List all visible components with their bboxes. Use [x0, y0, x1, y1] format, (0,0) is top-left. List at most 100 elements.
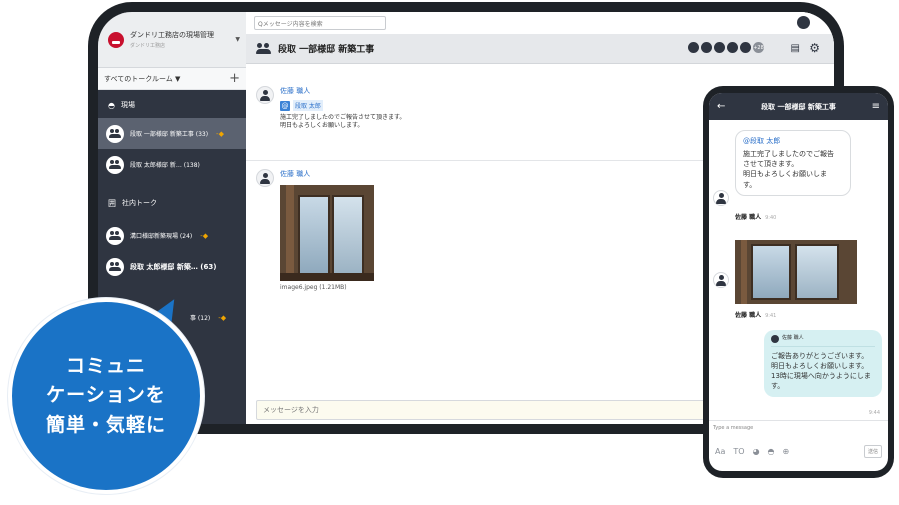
phone-header: ← 段取 一部様邸 新築工事 ≡: [709, 93, 888, 120]
sender-name[interactable]: 佐藤 職人: [280, 86, 405, 96]
phone-input-area[interactable]: Type a message Aa TO ◕ ◓ ⊕ 送信: [709, 420, 888, 471]
callout-line: 簡単・気軽に: [45, 413, 166, 436]
message-line: 施工完了しましたのでご報告させて頂きます。: [280, 114, 406, 121]
member-avatar-icon[interactable]: [701, 42, 712, 53]
message-input[interactable]: メッセージを入力: [256, 400, 726, 420]
sender-name: 佐藤 職人 9:40: [735, 212, 776, 221]
message-line: す。: [771, 382, 785, 391]
sender-name[interactable]: 佐藤 職人: [280, 169, 374, 179]
message-line: 明日もよろしくお願いしま: [743, 170, 827, 179]
search-input[interactable]: Qメッセージ内容を検索: [254, 16, 386, 30]
photo-post: [286, 185, 294, 281]
at-icon: @: [280, 100, 290, 111]
user-avatar-icon: [771, 335, 779, 343]
callout-line: ケーションを: [46, 384, 166, 407]
building-icon: 囲: [108, 198, 116, 208]
member-avatar-icon[interactable]: [740, 42, 751, 53]
brand-title: ダンドリ工務店の現場管理: [130, 31, 214, 39]
message-time: 9:44: [868, 410, 880, 416]
brand-switcher[interactable]: ダンドリ工務店の現場管理 ダンドリ工務店 ▼: [98, 12, 246, 68]
phone-chat: @段取 太郎 施工完了しましたのでご報告 させて頂きます。 明日もよろしくお願い…: [709, 120, 888, 420]
phone-frame: ← 段取 一部様邸 新築工事 ≡ @段取 太郎 施工完了しましたのでご報告 させ…: [703, 86, 894, 478]
attachment-caption[interactable]: image6.jpeg (1.21MB): [280, 284, 374, 291]
room-label: 段取 一部様邸 新築工事 (33): [130, 131, 209, 138]
member-avatar-icon[interactable]: [727, 42, 738, 53]
photo-post: [741, 240, 747, 304]
reply-quote[interactable]: 佐藤 職人: [771, 335, 875, 347]
group-genba[interactable]: ◓ 現場: [98, 92, 246, 118]
callout-line: コミュニ: [65, 354, 146, 377]
message-bubble: @段取 太郎 施工完了しましたのでご報告 させて頂きます。 明日もよろしくお願い…: [735, 130, 851, 196]
attachment-image[interactable]: [735, 240, 857, 304]
message-line: 明日もよろしくお願いします。: [280, 122, 364, 130]
group-avatar-icon: [106, 124, 124, 143]
room-label: 溝口様邸新築現場 (24): [130, 233, 193, 240]
pin-icon: -◆: [216, 129, 224, 138]
mention-name[interactable]: @段取 太郎: [743, 136, 843, 146]
group-internal[interactable]: 囲 社内トーク: [98, 190, 246, 216]
phone-tools: Aa TO ◕ ◓ ⊕: [715, 447, 789, 456]
more-members-badge[interactable]: +28: [753, 42, 764, 53]
add-room-icon[interactable]: +: [229, 72, 240, 85]
message-time: 9:40: [765, 215, 777, 221]
sidebar-room-item[interactable]: 段取 太郎様邸 新… (138): [98, 149, 246, 180]
helmet-icon: ◓: [108, 100, 115, 110]
brand-subtitle: ダンドリ工務店: [130, 43, 166, 49]
mention-name: 段取 太郎: [293, 100, 323, 111]
message-item: 佐藤 職人 @ 段取 太郎 施工完了しましたのでご報告させて頂きます。 明日もよ…: [256, 86, 405, 130]
mention[interactable]: @ 段取 太郎: [280, 100, 405, 111]
message-time: 9:41: [765, 313, 777, 319]
pin-icon: -◆: [218, 313, 227, 322]
to-button[interactable]: TO: [733, 447, 744, 456]
brand-text: ダンドリ工務店の現場管理 ダンドリ工務店: [130, 30, 229, 49]
message-line: す。: [743, 180, 757, 189]
message-content: 佐藤 職人 @ 段取 太郎 施工完了しましたのでご報告させて頂きます。 明日もよ…: [280, 86, 405, 130]
sidebar-room-item[interactable]: 溝口様邸新築現場 (24) -◆: [98, 220, 246, 251]
add-icon[interactable]: ⊕: [783, 447, 790, 456]
user-avatar-icon[interactable]: [713, 190, 729, 206]
quoted-sender: 佐藤 職人: [782, 335, 804, 342]
gear-icon[interactable]: ⚙: [809, 41, 820, 55]
chat-icon[interactable]: ◕: [753, 447, 760, 456]
photo-floor: [280, 273, 374, 281]
message-line: 13時に現場へ向かうようにしま: [771, 372, 871, 381]
back-arrow-icon[interactable]: ←: [717, 101, 733, 112]
send-button[interactable]: 送信: [863, 445, 882, 458]
photo-window: [795, 244, 839, 300]
message-line: 明日もよろしくお願いします。: [771, 362, 869, 371]
photo-window: [298, 195, 330, 275]
room-label: 事 (12): [190, 315, 211, 322]
attachment-image[interactable]: [280, 185, 374, 281]
room-label: 段取 太郎様邸 新… (138): [130, 162, 200, 169]
menu-icon[interactable]: ≡: [864, 101, 880, 112]
message-line: ご報告ありがとうございます。: [771, 352, 869, 360]
rooms-filter[interactable]: すべてのトークルーム ▼ +: [98, 68, 246, 90]
sender-name-text: 佐藤 職人: [735, 214, 762, 221]
member-avatar-icon[interactable]: [714, 42, 725, 53]
user-avatar-icon[interactable]: [713, 272, 729, 288]
promo-stage: ダンドリ工務店の現場管理 ダンドリ工務店 ▼ すべてのトークルーム ▼ + ◓ …: [0, 0, 899, 505]
message-line: 施工完了しましたのでご報告: [743, 150, 834, 159]
member-avatar-icon[interactable]: [688, 42, 699, 53]
sidebar-room-item[interactable]: 段取 太郎様邸 新築… (63): [98, 251, 246, 282]
document-icon[interactable]: ▤: [791, 43, 800, 54]
helmet-icon[interactable]: ◓: [768, 447, 775, 456]
format-button[interactable]: Aa: [715, 447, 725, 456]
search-placeholder: Qメッセージ内容を検索: [258, 20, 323, 28]
callout-bubble: コミュニ ケーションを 簡単・気軽に: [8, 298, 204, 494]
phone-screen: ← 段取 一部様邸 新築工事 ≡ @段取 太郎 施工完了しましたのでご報告 させ…: [709, 93, 888, 471]
user-avatar-icon[interactable]: [797, 16, 810, 29]
message-item: 佐藤 職人 image6.jpeg (1.21MB): [256, 169, 374, 291]
room-title: 段取 一部様邸 新築工事: [278, 45, 375, 55]
rooms-filter-label[interactable]: すべてのトークルーム ▼: [104, 74, 229, 84]
photo-window: [332, 195, 364, 275]
user-avatar-icon[interactable]: [256, 169, 274, 187]
message-content: 佐藤 職人 image6.jpeg (1.21MB): [280, 169, 374, 291]
photo-window: [751, 244, 791, 300]
user-avatar-icon[interactable]: [256, 86, 274, 104]
phone-input-placeholder[interactable]: Type a message: [709, 421, 888, 435]
message-line: させて頂きます。: [743, 160, 799, 169]
member-avatars[interactable]: +28: [688, 42, 764, 53]
sidebar-room-item[interactable]: 段取 一部様邸 新築工事 (33) -◆: [98, 118, 246, 149]
chevron-down-icon[interactable]: ▼: [235, 36, 240, 43]
